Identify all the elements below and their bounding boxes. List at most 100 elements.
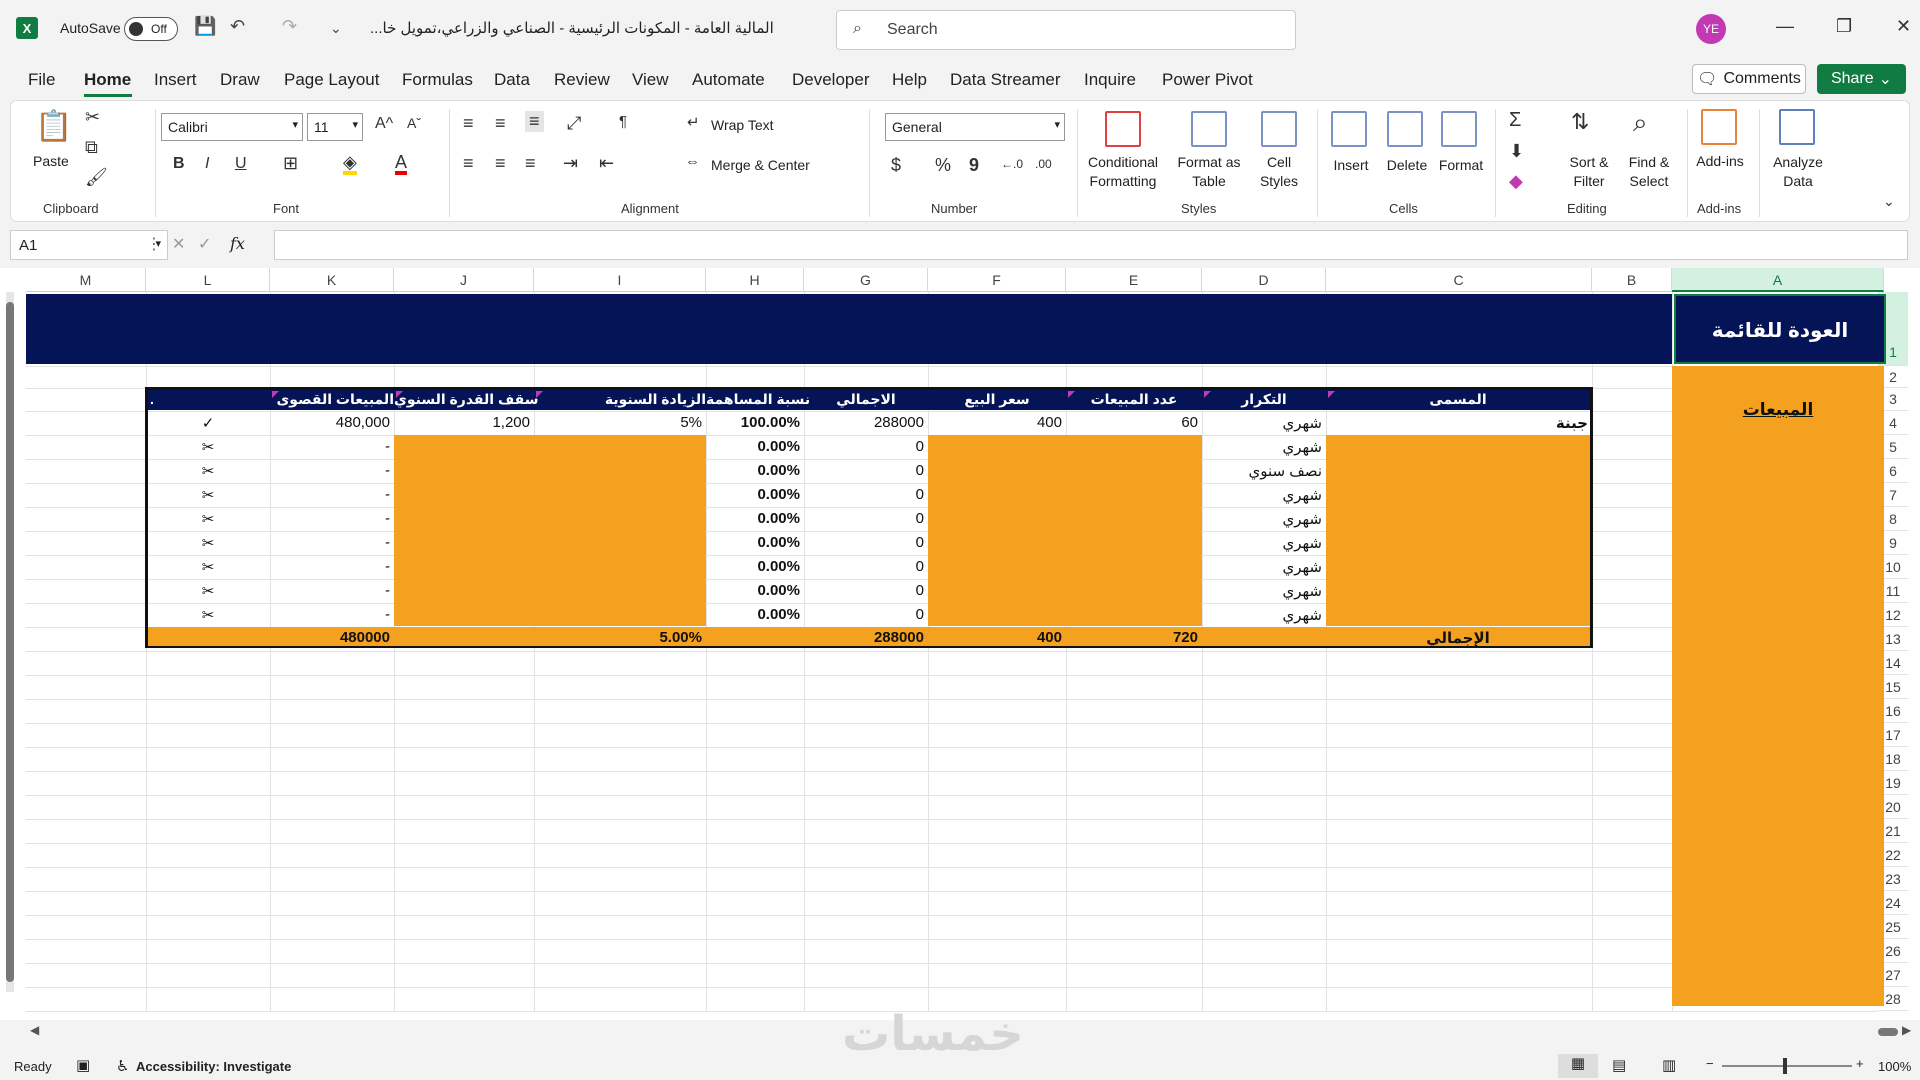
restore-icon[interactable]: ❐ <box>1836 16 1852 37</box>
tab-insert[interactable]: Insert <box>154 70 197 90</box>
scroll-left-icon[interactable]: ◀ <box>30 1023 39 1037</box>
sort-filter-button[interactable]: Sort & Filter <box>1557 153 1621 191</box>
font-name-select[interactable]: Calibri ▾ <box>161 113 303 141</box>
cell-styles-button[interactable]: Cell Styles <box>1247 153 1311 191</box>
cell-repeat[interactable]: شهري <box>1202 486 1323 504</box>
text-direction-icon[interactable]: ¶ <box>619 113 627 130</box>
cell-max-sales[interactable]: - <box>270 510 390 527</box>
wrap-text-button[interactable]: Wrap Text <box>711 117 774 133</box>
cell-status-icon[interactable]: ✂ <box>146 606 270 624</box>
header-share[interactable]: نسبة المساهمة <box>706 391 810 408</box>
borders-icon[interactable]: ⊞ <box>283 153 298 174</box>
cell-repeat[interactable]: شهري <box>1202 510 1323 528</box>
total-qty[interactable]: 720 <box>1066 629 1198 646</box>
cell-total[interactable]: 0 <box>804 462 924 479</box>
nav-item-sales[interactable]: المبيعات <box>1672 400 1884 420</box>
number-format-select[interactable]: General ▾ <box>885 113 1065 141</box>
document-title[interactable]: المالية العامة - المكونات الرئيسية - الص… <box>370 19 790 37</box>
column-header-k[interactable]: K <box>270 268 394 292</box>
cell-share[interactable]: 0.00% <box>706 462 800 479</box>
column-header-b[interactable]: B <box>1592 268 1672 292</box>
cell-total[interactable]: 288000 <box>804 414 924 431</box>
column-header-a[interactable]: A <box>1672 268 1884 292</box>
cell-share[interactable]: 0.00% <box>706 510 800 527</box>
tab-review[interactable]: Review <box>554 70 610 90</box>
increase-indent-icon[interactable]: ⇥ <box>563 153 578 174</box>
tab-home[interactable]: Home <box>84 70 131 90</box>
cell-total[interactable]: 0 <box>804 606 924 623</box>
font-size-select[interactable]: 11 ▾ <box>307 113 363 141</box>
bold-button[interactable]: B <box>173 155 185 173</box>
fill-color-icon[interactable]: ◈ <box>343 153 357 175</box>
tab-power-pivot[interactable]: Power Pivot <box>1162 70 1253 90</box>
page-layout-view-icon[interactable]: ▤ <box>1612 1056 1626 1074</box>
cell-max-sales[interactable]: 480,000 <box>270 414 390 431</box>
increase-decimal-icon[interactable]: ←.0 <box>1001 157 1023 171</box>
cell-share[interactable]: 0.00% <box>706 606 800 623</box>
column-header-d[interactable]: D <box>1202 268 1326 292</box>
back-to-menu-cell[interactable]: العودة للقائمة <box>1674 294 1886 364</box>
name-input-area[interactable] <box>1326 435 1590 626</box>
cell-repeat[interactable]: نصف سنوي <box>1202 462 1322 480</box>
cancel-entry-icon[interactable]: ✕ <box>172 234 185 254</box>
undo-icon[interactable]: ↶ <box>230 16 245 37</box>
paste-button[interactable]: Paste <box>33 153 69 169</box>
cell-repeat[interactable]: شهري <box>1202 582 1323 600</box>
back-to-menu-link[interactable]: العودة للقائمة <box>1676 318 1884 343</box>
tab-view[interactable]: View <box>632 70 669 90</box>
cell-total[interactable]: 0 <box>804 486 924 503</box>
column-header-e[interactable]: E <box>1066 268 1202 292</box>
italic-button[interactable]: I <box>205 155 209 173</box>
comma-style-icon[interactable]: 9 <box>969 155 979 176</box>
vertical-scrollbar[interactable] <box>6 292 14 992</box>
cell-repeat[interactable]: شهري <box>1202 438 1323 456</box>
comments-button[interactable]: 🗨 Comments <box>1692 64 1806 94</box>
tab-automate[interactable]: Automate <box>692 70 765 90</box>
tab-inquire[interactable]: Inquire <box>1084 70 1136 90</box>
total-growth[interactable]: 5.00% <box>534 629 702 646</box>
tab-data-streamer[interactable]: Data Streamer <box>950 70 1061 90</box>
cell-status-icon[interactable]: ✂ <box>146 462 270 480</box>
zoom-in-icon[interactable]: + <box>1856 1056 1864 1071</box>
cell-growth[interactable]: 5% <box>534 414 702 431</box>
header-check[interactable]: . <box>150 391 190 407</box>
conditional-formatting-button[interactable]: Conditional Formatting <box>1081 153 1165 191</box>
format-as-table-button[interactable]: Format as Table <box>1171 153 1247 191</box>
merge-center-button[interactable]: Merge & Center <box>711 157 810 173</box>
currency-icon[interactable]: $ <box>891 155 901 176</box>
header-repeat[interactable]: التكرار <box>1202 391 1326 408</box>
total-max-sales[interactable]: 480000 <box>270 629 390 646</box>
cell-price[interactable]: 400 <box>928 414 1062 431</box>
copy-icon[interactable]: ⧉ <box>85 137 98 158</box>
column-header-h[interactable]: H <box>706 268 804 292</box>
cell-total[interactable]: 0 <box>804 510 924 527</box>
macro-recording-icon[interactable]: ▣ <box>76 1056 90 1074</box>
tab-help[interactable]: Help <box>892 70 927 90</box>
cell-status-icon[interactable]: ✓ <box>146 414 270 432</box>
cell-share[interactable]: 0.00% <box>706 582 800 599</box>
align-middle-icon[interactable]: ≡ <box>495 113 506 134</box>
search-box[interactable]: ⌕ Search <box>836 10 1296 50</box>
cell-repeat[interactable]: شهري <box>1202 606 1323 624</box>
more-icon[interactable]: ⋮ <box>146 234 162 254</box>
autosum-icon[interactable]: Σ <box>1509 109 1521 132</box>
total-total[interactable]: 288000 <box>804 629 924 646</box>
header-cap[interactable]: سقف القدرة السنوي <box>394 391 538 408</box>
zoom-level[interactable]: 100% <box>1878 1059 1911 1074</box>
cell-status-icon[interactable]: ✂ <box>146 558 270 576</box>
price-qty-input-area[interactable] <box>928 435 1202 626</box>
shrink-font-icon[interactable]: Aˇ <box>407 115 421 131</box>
cell-max-sales[interactable]: - <box>270 606 390 623</box>
find-select-button[interactable]: Find & Select <box>1617 153 1681 191</box>
header-growth[interactable]: الزيادة السنوية <box>534 391 706 408</box>
cell-share[interactable]: 100.00% <box>706 414 800 431</box>
decrease-indent-icon[interactable]: ⇤ <box>599 153 614 174</box>
align-bottom-icon[interactable]: ≡ <box>525 111 544 132</box>
share-button[interactable]: Share ⌄ <box>1817 64 1906 94</box>
underline-button[interactable]: U <box>235 155 247 173</box>
total-price[interactable]: 400 <box>928 629 1062 646</box>
normal-view-icon[interactable]: ▦ <box>1558 1054 1598 1078</box>
formula-input[interactable] <box>274 230 1908 260</box>
percent-icon[interactable]: % <box>935 155 951 176</box>
cell-status-icon[interactable]: ✂ <box>146 582 270 600</box>
